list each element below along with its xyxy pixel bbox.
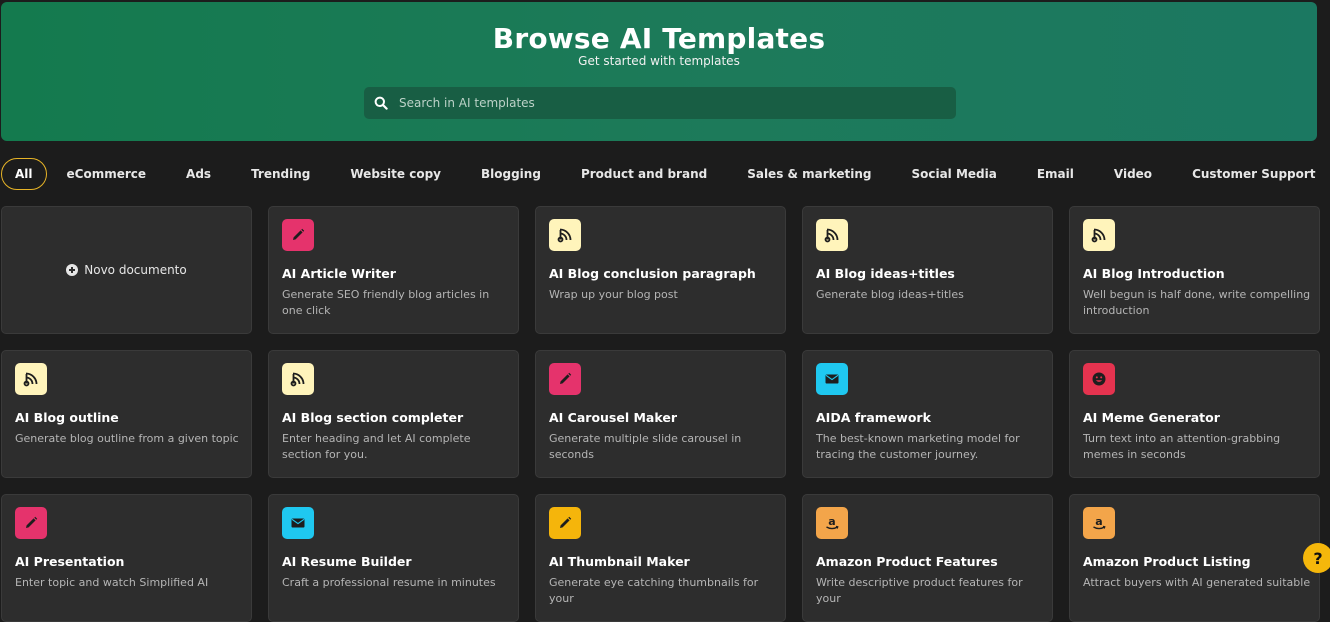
tab-trending[interactable]: Trending (231, 159, 330, 189)
card-title: AI Meme Generator (1083, 410, 1220, 425)
tab-social-media[interactable]: Social Media (891, 159, 1016, 189)
card-description: Generate blog outline from a given topic (15, 432, 239, 445)
blog-icon (15, 363, 47, 395)
card-description: Write descriptive product features for y… (816, 576, 1023, 605)
amazon-icon: a (1083, 507, 1115, 539)
template-card-ai-resume-builder[interactable]: AI Resume Builder Craft a professional re… (268, 494, 519, 622)
card-description: Attract buyers with AI generated suitabl… (1083, 576, 1311, 589)
card-description: Enter heading and let AI complete sectio… (282, 432, 471, 461)
blog-icon (282, 363, 314, 395)
template-card-ai-thumbnail-maker[interactable]: AI Thumbnail Maker Generate eye catching … (535, 494, 786, 622)
card-title: AI Blog ideas+titles (816, 266, 955, 281)
tab-all[interactable]: All (1, 158, 47, 190)
card-description: The best-known marketing model for traci… (816, 432, 1020, 461)
search-box[interactable] (364, 87, 956, 119)
blog-icon (549, 219, 581, 251)
card-description: Generate multiple slide carousel in seco… (549, 432, 742, 461)
search-input[interactable] (397, 95, 941, 111)
card-title: AI Blog outline (15, 410, 119, 425)
amazon-icon: a (816, 507, 848, 539)
card-description: Wrap up your blog post (549, 288, 678, 301)
template-card-ai-blog-ideas-titles[interactable]: AI Blog ideas+titles Generate blog ideas+… (802, 206, 1053, 334)
card-title: AI Presentation (15, 554, 125, 569)
template-card-ai-carousel-maker[interactable]: AI Carousel Maker Generate multiple slide… (535, 350, 786, 478)
card-title: AIDA framework (816, 410, 931, 425)
template-card-ai-blog-introduction[interactable]: AI Blog Introduction Well begun is half d… (1069, 206, 1320, 334)
card-title: Amazon Product Listing (1083, 554, 1251, 569)
tab-product-and-brand[interactable]: Product and brand (561, 159, 727, 189)
tab-blogging[interactable]: Blogging (461, 159, 561, 189)
card-title: AI Blog conclusion paragraph (549, 266, 756, 281)
envelope-icon (816, 363, 848, 395)
category-tabs: All eCommerce Ads Trending Website copy … (1, 158, 1330, 190)
card-description: Generate SEO friendly blog articles in o… (282, 288, 490, 317)
pencil-icon (549, 363, 581, 395)
card-description: Enter topic and watch Simplified AI (15, 576, 209, 589)
card-title: AI Carousel Maker (549, 410, 677, 425)
template-card-ai-blog-outline[interactable]: AI Blog outline Generate blog outline fro… (1, 350, 252, 478)
new-document-card[interactable]: Novo documento (1, 206, 252, 334)
card-title: Amazon Product Features (816, 554, 998, 569)
template-card-amazon-product-features[interactable]: a Amazon Product Features Write descriptiv… (802, 494, 1053, 622)
template-card-amazon-product-listing[interactable]: a Amazon Product Listing Attract buyers wi… (1069, 494, 1320, 622)
card-title: AI Resume Builder (282, 554, 412, 569)
tab-website-copy[interactable]: Website copy (330, 159, 461, 189)
card-description: Generate blog ideas+titles (816, 288, 964, 301)
tab-sales-marketing[interactable]: Sales & marketing (727, 159, 891, 189)
template-card-ai-blog-section-completer[interactable]: AI Blog section completer Enter heading a… (268, 350, 519, 478)
card-description: Well begun is half done, write compellin… (1083, 288, 1311, 317)
blog-icon (816, 219, 848, 251)
page-subtitle: Get started with templates (578, 54, 740, 68)
search-icon (374, 96, 388, 110)
help-button[interactable]: ? (1303, 543, 1330, 573)
template-card-ai-blog-conclusion-paragraph[interactable]: AI Blog conclusion paragraph Wrap up your… (535, 206, 786, 334)
plus-circle-icon (66, 264, 79, 276)
svg-text:a: a (828, 515, 835, 528)
page-title: Browse AI Templates (492, 22, 826, 55)
tab-ecommerce[interactable]: eCommerce (47, 159, 167, 189)
smiley-icon (1083, 363, 1115, 395)
card-description: Craft a professional resume in minutes (282, 576, 496, 589)
envelope-icon (282, 507, 314, 539)
pencil-icon (15, 507, 47, 539)
blog-icon (1083, 219, 1115, 251)
card-title: AI Thumbnail Maker (549, 554, 690, 569)
template-card-ai-article-writer[interactable]: AI Article Writer Generate SEO friendly b… (268, 206, 519, 334)
pencil-icon (282, 219, 314, 251)
card-description: Turn text into an attention-grabbing mem… (1083, 432, 1281, 461)
template-card-ai-presentation[interactable]: AI Presentation Enter topic and watch Sim… (1, 494, 252, 622)
hero-banner: Browse AI Templates Get started with tem… (1, 2, 1317, 141)
new-document-label: Novo documento (84, 263, 187, 277)
card-title: AI Blog section completer (282, 410, 464, 425)
template-card-ai-meme-generator[interactable]: AI Meme Generator Turn text into an atten… (1069, 350, 1320, 478)
svg-text:a: a (1095, 515, 1102, 528)
tab-customer-support[interactable]: Customer Support (1172, 159, 1330, 189)
template-grid: Novo documento AI Article Writer Generate… (1, 206, 1320, 622)
tab-video[interactable]: Video (1094, 159, 1172, 189)
template-card-aida-framework[interactable]: AIDA framework The best-known marketing m… (802, 350, 1053, 478)
card-title: AI Blog Introduction (1083, 266, 1225, 281)
tab-ads[interactable]: Ads (166, 159, 231, 189)
card-description: Generate eye catching thumbnails for you… (549, 576, 759, 605)
card-title: AI Article Writer (282, 266, 396, 281)
pencil-icon (549, 507, 581, 539)
tab-email[interactable]: Email (1017, 159, 1094, 189)
